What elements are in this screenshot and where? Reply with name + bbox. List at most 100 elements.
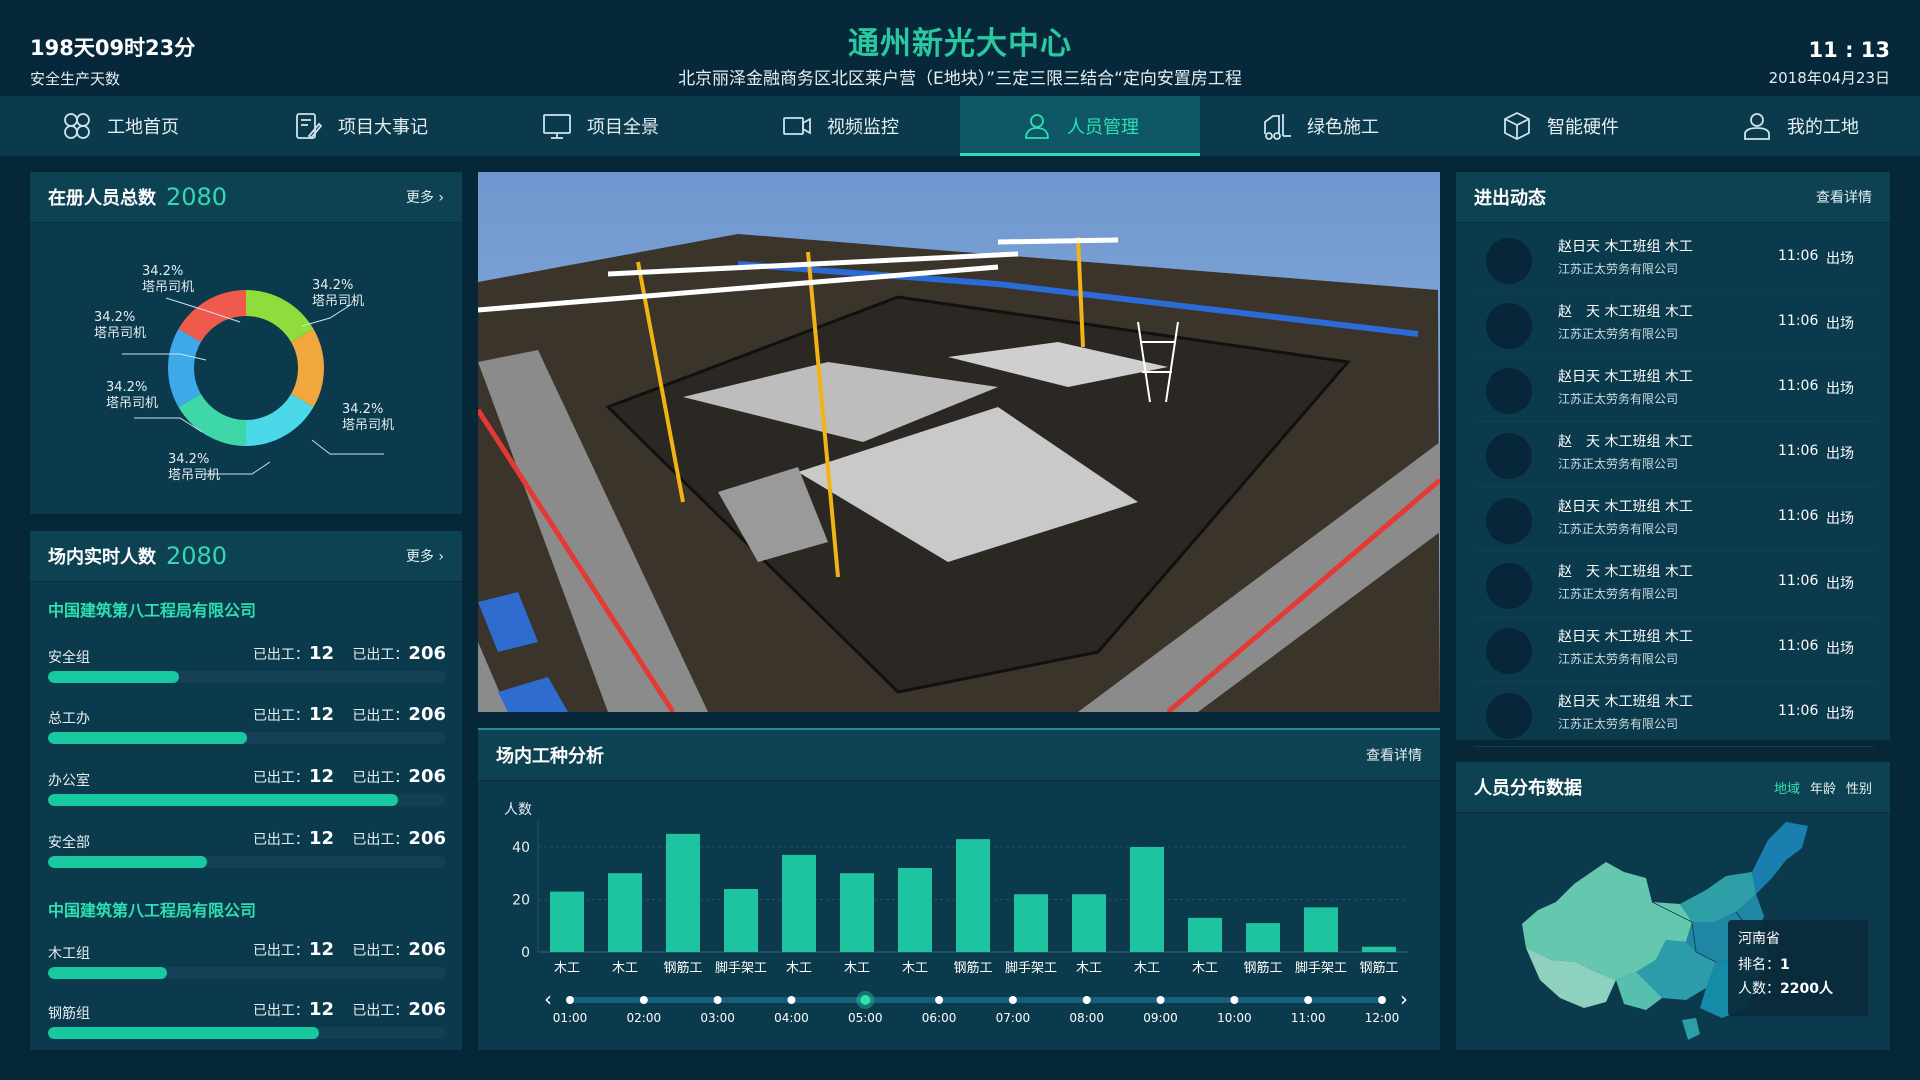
- entry-item[interactable]: 赵 天 木工班组 木工 江苏正太劳务有限公司 11:06 出场: [1474, 551, 1874, 617]
- entry-status: 出场: [1826, 316, 1854, 332]
- x-tick-label: 钢筋工: [953, 960, 992, 976]
- entry-item[interactable]: 赵日天 木工班组 木工 江苏正太劳务有限公司 11:06 出场: [1474, 681, 1874, 747]
- donut-slice[interactable]: [178, 394, 246, 446]
- panel-header: 人员分布数据 地域 年龄 性别: [1456, 762, 1890, 813]
- donut-slice[interactable]: [167, 329, 201, 407]
- tooltip-rank: 排名：1: [1738, 957, 1790, 973]
- entry-item[interactable]: 赵日天 木工班组 木工 江苏正太劳务有限公司 11:06 出场: [1474, 356, 1874, 422]
- entry-status: 出场: [1826, 381, 1854, 397]
- user-outline-icon: [1744, 113, 1770, 140]
- avatar: [1486, 368, 1532, 414]
- entry-name: 赵日天 木工班组 木工: [1558, 499, 1693, 515]
- tab-age[interactable]: 年龄: [1810, 778, 1836, 797]
- avatar: [1486, 628, 1532, 674]
- timeline-dot[interactable]: [1378, 996, 1386, 1004]
- nav-item-hardware[interactable]: 智能硬件: [1440, 96, 1680, 156]
- bar[interactable]: [1130, 847, 1164, 952]
- x-tick-label: 木工: [844, 961, 870, 976]
- bar[interactable]: [1246, 923, 1280, 952]
- entry-company: 江苏正太劳务有限公司: [1558, 522, 1679, 536]
- nav-item-staff[interactable]: 人员管理: [960, 96, 1200, 156]
- bar[interactable]: [1362, 946, 1396, 952]
- entry-company: 江苏正太劳务有限公司: [1558, 652, 1679, 666]
- nav-item-events[interactable]: 项目大事记: [240, 96, 480, 156]
- bar[interactable]: [724, 889, 758, 952]
- timeline-label: 07:00: [996, 1011, 1031, 1025]
- row-value-2: 已出工：206: [352, 643, 446, 664]
- nav-item-panorama[interactable]: 项目全景: [480, 96, 720, 156]
- user-icon: [1025, 114, 1049, 139]
- entry-item[interactable]: 赵日天 木工班组 木工 江苏正太劳务有限公司 11:06 出场: [1474, 616, 1874, 682]
- next-arrow-icon[interactable]: ›: [1400, 987, 1408, 1011]
- view-details-link[interactable]: 查看详情: [1366, 745, 1422, 765]
- bar[interactable]: [956, 839, 990, 952]
- timeline-dot[interactable]: [1230, 996, 1239, 1004]
- donut-chart: 34.2% 塔吊司机 34.2% 塔吊司机 34.2% 塔吊司机 34.2% 塔吊司机 …: [30, 222, 462, 514]
- more-link[interactable]: 更多 ›: [406, 546, 444, 566]
- donut-slice[interactable]: [246, 394, 314, 446]
- grid-flower-icon: [64, 113, 90, 139]
- donut-slice[interactable]: [291, 329, 324, 407]
- timeline-dot[interactable]: [935, 996, 944, 1004]
- avatar: [1486, 693, 1532, 739]
- entry-item[interactable]: 赵日天 木工班组 木工 江苏正太劳务有限公司 11:06 出场: [1474, 486, 1874, 552]
- nav-item-video[interactable]: 视频监控: [720, 96, 960, 156]
- row-name: 安全组: [48, 650, 90, 666]
- entry-status: 出场: [1826, 511, 1854, 527]
- entry-item[interactable]: 赵 天 木工班组 木工 江苏正太劳务有限公司 11:06 出场: [1474, 421, 1874, 487]
- view-details-link[interactable]: 查看详情: [1816, 187, 1872, 207]
- timeline-dot[interactable]: [1082, 996, 1091, 1004]
- bar[interactable]: [782, 854, 816, 952]
- registered-panel: 在册人员总数 2080 更多 › 34.2% 塔吊司机 34.2% 塔吊司机 34.…: [30, 172, 462, 514]
- hardware-box-icon: [1504, 111, 1530, 141]
- timeline-dot[interactable]: [566, 996, 574, 1004]
- slice-pct: 34.2%: [106, 380, 148, 395]
- timeline-dot[interactable]: [787, 996, 796, 1004]
- nav-item-home[interactable]: 工地首页: [0, 96, 240, 156]
- tab-region[interactable]: 地域: [1774, 778, 1800, 797]
- bar[interactable]: [550, 891, 584, 952]
- page-title: 通州新光大中心: [848, 26, 1072, 62]
- bar[interactable]: [898, 868, 932, 952]
- x-tick-label: 木工: [902, 961, 928, 976]
- donut-slice[interactable]: [246, 290, 314, 342]
- entry-item[interactable]: 赵 天 木工班组 木工 江苏正太劳务有限公司 11:06 出场: [1474, 291, 1874, 357]
- more-link[interactable]: 更多 ›: [406, 187, 444, 207]
- timeline-dot[interactable]: [713, 996, 722, 1004]
- map-tooltip: 河南省 排名：1 人数：2200人: [1728, 920, 1868, 1016]
- donut-slice[interactable]: [178, 290, 246, 342]
- bar[interactable]: [1014, 894, 1048, 952]
- x-tick-label: 钢筋工: [1243, 960, 1282, 976]
- row-value-1: 已出工：12: [252, 766, 334, 787]
- site-3d-view[interactable]: [478, 172, 1440, 712]
- progress-fill: [48, 732, 247, 744]
- timeline-dot[interactable]: [1304, 996, 1313, 1004]
- nav-item-my-site[interactable]: 我的工地: [1680, 96, 1920, 156]
- bar[interactable]: [1304, 907, 1338, 952]
- timeline-dot[interactable]: [639, 996, 648, 1004]
- site-3d-image: [478, 172, 1440, 712]
- bar[interactable]: [608, 873, 642, 952]
- row-value-2: 已出工：206: [352, 704, 446, 725]
- tab-gender[interactable]: 性别: [1846, 778, 1872, 797]
- entry-item[interactable]: 赵日天 木工班组 木工 江苏正太劳务有限公司 11:06 出场: [1474, 226, 1874, 292]
- entry-company: 江苏正太劳务有限公司: [1558, 392, 1679, 406]
- company-name: 中国建筑第八工程局有限公司: [48, 601, 257, 620]
- timeline-label: 02:00: [627, 1011, 662, 1025]
- entry-time: 11:06: [1778, 443, 1819, 459]
- nav-item-green[interactable]: 绿色施工: [1200, 96, 1440, 156]
- bar[interactable]: [1188, 917, 1222, 952]
- entry-company: 江苏正太劳务有限公司: [1558, 457, 1679, 471]
- timeline-dot[interactable]: [1156, 996, 1165, 1004]
- work-analysis-panel: 场内工种分析 查看详情 人数 0 20 40 木工 木工 钢筋工 脚手架工 木工 木工 木工 钢筋工脚…: [478, 728, 1440, 1050]
- bar[interactable]: [666, 833, 700, 952]
- bar[interactable]: [1072, 894, 1106, 952]
- slice-pct: 34.2%: [168, 452, 210, 467]
- distribution-tabs: 地域 年龄 性别: [1774, 778, 1872, 797]
- bar[interactable]: [840, 873, 874, 952]
- row-value-2: 已出工：206: [352, 766, 446, 787]
- timeline-dot[interactable]: [1008, 996, 1017, 1004]
- prev-arrow-icon[interactable]: ‹: [544, 987, 552, 1011]
- nav-item-label: 工地首页: [107, 117, 179, 138]
- timeline-dot[interactable]: [860, 995, 871, 1005]
